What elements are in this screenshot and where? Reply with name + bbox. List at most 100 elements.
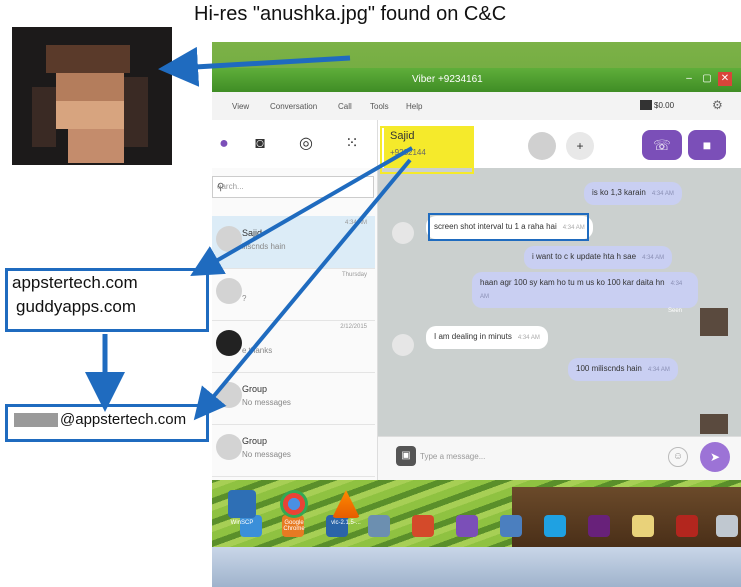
- visual-studio-icon[interactable]: [588, 515, 610, 537]
- app2-icon[interactable]: [500, 515, 522, 537]
- menu-tools[interactable]: Tools: [370, 102, 389, 111]
- desktop-shortcut-chrome[interactable]: Google Chrome: [274, 490, 314, 532]
- viber-taskbar-icon[interactable]: [456, 515, 478, 537]
- search-icon[interactable]: ⚲: [217, 182, 353, 193]
- sender-avatar: [392, 222, 414, 244]
- email-domain-text: @appstertech.com: [60, 411, 187, 428]
- more-apps-icon[interactable]: ⁙: [342, 134, 362, 154]
- message-time: 4:34 AM: [642, 255, 665, 261]
- chat-area: is ko 1,3 karain 4:34 AM screen shot inte…: [378, 168, 741, 436]
- conversations-panel: ● ◙ ◎ ⁙ earch... ⚲ Sajid iliscnds hain 4…: [212, 120, 378, 480]
- message-text: haan agr 100 sy kam ho tu m us ko 100 ka…: [480, 278, 665, 287]
- menu-conversation[interactable]: Conversation: [270, 102, 317, 111]
- contact-time: Thursday: [341, 272, 367, 278]
- contact-row[interactable]: Group No messages: [212, 424, 375, 477]
- desktop-shortcut-vlc[interactable]: vlc-2.1.5-...: [326, 490, 366, 526]
- pixel-block: [46, 45, 130, 73]
- pixelated-avatar: [700, 414, 728, 434]
- domain-text: guddyapps.com: [16, 297, 137, 316]
- contact-name: Group: [242, 436, 268, 446]
- contact-preview: No messages: [242, 398, 291, 407]
- contact-name: Group: [242, 384, 268, 394]
- sender-avatar: [392, 334, 414, 356]
- shortcut-label: vlc-2.1.5-...: [331, 520, 361, 526]
- message-text: is ko 1,3 karain: [592, 188, 646, 197]
- contact-highlight-outline: [380, 126, 474, 174]
- contact-preview: iliscnds hain: [242, 242, 286, 251]
- viber-window: Viber +9234161 – ▢ ✕ View Conversation C…: [212, 68, 741, 480]
- message-highlight: [428, 213, 589, 241]
- message-time: 4:34 AM: [517, 335, 540, 341]
- wallet-icon: [640, 100, 652, 110]
- chrome-icon: [280, 490, 308, 518]
- seen-label: Seen: [668, 308, 683, 314]
- winscp-icon: [228, 490, 256, 518]
- pixelated-avatar: [700, 308, 728, 336]
- pixel-block: [56, 101, 124, 129]
- pixel-block: [32, 87, 56, 147]
- message-text: 100 miliscnds hain: [576, 364, 642, 373]
- contact-name: Sajid: [242, 228, 263, 238]
- message-input[interactable]: Type a message...: [420, 452, 485, 461]
- contact-avatar: [216, 226, 242, 252]
- video-call-button[interactable]: ■: [688, 130, 726, 160]
- pixel-block: [124, 77, 148, 147]
- vlc-icon: [332, 490, 360, 518]
- contact-time: 2/12/2015: [340, 324, 367, 330]
- contact-time: 4:34 AM: [344, 220, 367, 226]
- taskbar[interactable]: [212, 547, 741, 587]
- skype-icon[interactable]: [544, 515, 566, 537]
- maximize-button[interactable]: ▢: [700, 72, 714, 86]
- message-text: I am dealing in minuts: [434, 332, 512, 341]
- contact-preview: No messages: [242, 450, 291, 459]
- group-avatar: [216, 382, 242, 408]
- close-button[interactable]: ✕: [718, 72, 732, 86]
- annotation-caption: Hi-res "anushka.jpg" found on C&C: [194, 3, 507, 25]
- pixel-block: [56, 73, 124, 101]
- message-bubble-outgoing: is ko 1,3 karain 4:34 AM: [584, 182, 682, 205]
- menu-call[interactable]: Call: [338, 102, 352, 111]
- chats-icon[interactable]: ●: [214, 134, 234, 154]
- gear-icon[interactable]: ⚙: [712, 98, 723, 112]
- account-balance[interactable]: $0.00: [654, 101, 674, 110]
- shortcut-label: Google Chrome: [283, 520, 305, 532]
- group-avatar: [216, 434, 242, 460]
- menu-help[interactable]: Help: [406, 102, 422, 111]
- contact-row[interactable]: Group No messages: [212, 372, 375, 425]
- emoji-icon[interactable]: ☺: [668, 447, 688, 467]
- title-bar[interactable]: Viber +9234161 – ▢ ✕: [212, 68, 741, 92]
- contacts-icon[interactable]: ◙: [250, 134, 270, 154]
- system-tray-icon[interactable]: [716, 515, 738, 537]
- message-bubble-incoming: I am dealing in minuts 4:34 AM: [426, 326, 548, 349]
- filezilla-icon[interactable]: [676, 515, 698, 537]
- notepad-icon[interactable]: [632, 515, 654, 537]
- contact-row[interactable]: ? Thursday: [212, 268, 375, 321]
- pixelated-photo: [12, 27, 172, 165]
- search-field[interactable]: earch... ⚲: [212, 176, 374, 198]
- sticker-icon[interactable]: ▣: [396, 446, 416, 466]
- redacted-username: [14, 413, 58, 427]
- contact-avatar: [216, 330, 242, 356]
- chat-contact-avatar[interactable]: [528, 132, 556, 160]
- contact-preview: e thanks: [242, 346, 273, 355]
- desktop-shortcut-winscp[interactable]: WinSCP: [222, 490, 262, 526]
- minimize-button[interactable]: –: [682, 72, 696, 86]
- message-bubble-outgoing: haan agr 100 sy kam ho tu m us ko 100 ka…: [472, 272, 698, 308]
- contact-row[interactable]: Sajid iliscnds hain 4:34 AM: [212, 216, 375, 269]
- pixel-block: [68, 129, 124, 163]
- send-button[interactable]: ➤: [700, 442, 730, 472]
- add-participant-button[interactable]: +: [566, 132, 594, 160]
- window-title: Viber +9234161: [412, 74, 483, 85]
- contact-row[interactable]: e thanks 2/12/2015: [212, 320, 375, 373]
- contact-avatar: [216, 278, 242, 304]
- menu-view[interactable]: View: [232, 102, 249, 111]
- message-time: 4:34 AM: [651, 191, 674, 197]
- contact-preview: ?: [242, 294, 247, 303]
- domain-text: appstertech.com: [12, 273, 138, 292]
- message-bubble-outgoing: 100 miliscnds hain 4:34 AM: [568, 358, 678, 381]
- public-chats-icon[interactable]: ◎: [296, 134, 316, 154]
- chrome-icon[interactable]: [412, 515, 434, 537]
- menu-bar: View Conversation Call Tools Help $0.00 …: [212, 92, 741, 121]
- voice-call-button[interactable]: ☏: [642, 130, 682, 160]
- app-icon[interactable]: [368, 515, 390, 537]
